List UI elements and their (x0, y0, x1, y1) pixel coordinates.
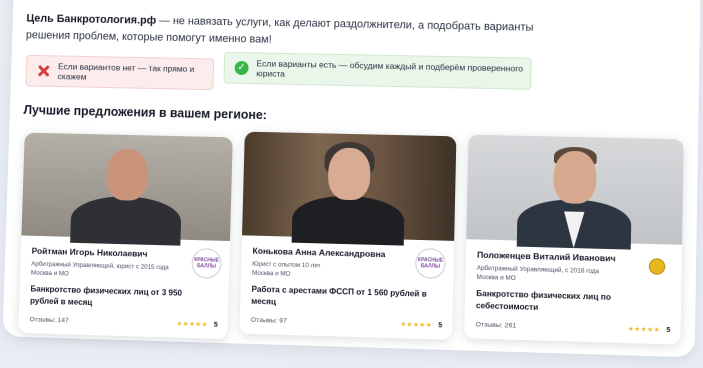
lawyer-name: Положенцев Виталий Иванович (476, 249, 616, 264)
offer-title[interactable]: Банкротство физических лиц от 3 950 рубл… (30, 283, 208, 312)
lawyer-name: Ройтман Игорь Николаевич (31, 245, 148, 259)
reviews-count: Отзывы: 147 (29, 315, 69, 324)
negative-note-text: Если вариантов нет — так прямо и скажем (57, 61, 195, 82)
lawyer-photo (21, 132, 233, 246)
lawyer-meta: Юрист с опытом 10 лет Москва и МО (252, 260, 402, 282)
positive-note: ✓ Если варианты есть — обсудим каждый и … (223, 51, 532, 90)
landing-sheet: Цель Банкротология.рф — не навязать услу… (0, 0, 703, 368)
lawyer-meta: Арбитражный Управляющий, с 2016 года Мос… (476, 264, 629, 286)
offer-title[interactable]: Банкротство физических лиц по себестоимо… (476, 288, 660, 318)
lawyer-photo (242, 131, 457, 246)
stars-icon: ★★★★★ (400, 320, 433, 330)
cross-icon (36, 64, 50, 78)
card-footer: Отзывы: 261 ★★★★★ 5 (475, 320, 671, 334)
brand-name: Цель Банкротология.рф (26, 12, 157, 27)
check-icon: ✓ (234, 60, 249, 76)
rating: ★★★★★ 5 (176, 320, 217, 329)
reviews-count: Отзывы: 261 (475, 320, 517, 330)
rating-value: 5 (438, 322, 443, 330)
positive-note-text: Если варианты есть — обсудим каждый и по… (256, 58, 524, 79)
card-footer: Отзывы: 147 ★★★★★ 5 (29, 315, 217, 329)
lawyer-photo (466, 134, 684, 250)
stars-icon: ★★★★★ (627, 324, 661, 334)
award-badge: КРАСНЫЕ БАЛЛЫ (414, 247, 446, 280)
rating: ★★★★★ 5 (400, 320, 442, 329)
lawyer-name: Конькова Анна Александровна (252, 245, 386, 260)
card-footer: Отзывы: 97 ★★★★★ 5 (250, 316, 443, 329)
rating-value: 5 (213, 321, 218, 329)
lawyer-meta: Арбитражный Управляющий, юрист с 2015 го… (31, 260, 179, 282)
negative-note: Если вариантов нет — так прямо и скажем (25, 54, 215, 91)
rating: ★★★★★ 5 (628, 325, 671, 334)
lawyer-card[interactable]: Ройтман Игорь Николаевич Арбитражный Упр… (18, 132, 233, 340)
rating-value: 5 (666, 326, 671, 335)
award-badge: КРАСНЫЕ БАЛЛЫ (191, 247, 222, 279)
offer-title[interactable]: Работа с арестами ФССП от 1 560 рублей в… (251, 284, 432, 313)
stars-icon: ★★★★★ (176, 319, 209, 329)
reviews-count: Отзывы: 97 (250, 316, 287, 325)
lawyer-card[interactable]: Конькова Анна Александровна Юрист с опыт… (239, 131, 457, 340)
gold-medal-icon (648, 258, 666, 275)
lawyer-card[interactable]: Положенцев Виталий Иванович Арбитражный … (464, 134, 684, 345)
